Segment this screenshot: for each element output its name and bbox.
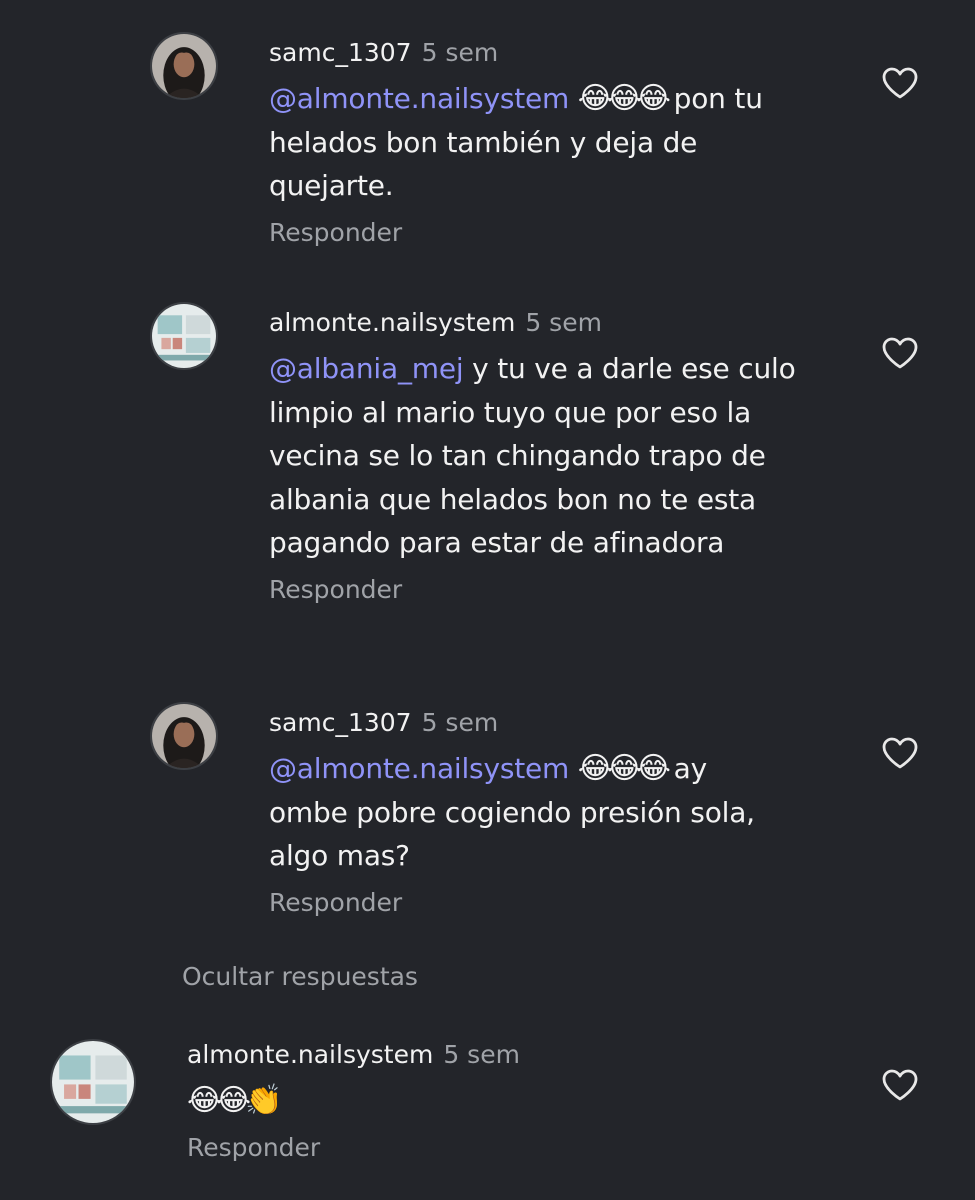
emoji-reaction: 😂😂👏 bbox=[187, 1083, 283, 1118]
reply-button[interactable]: Responder bbox=[269, 886, 789, 920]
timestamp: 5 sem bbox=[443, 1040, 520, 1069]
like-heart-icon[interactable] bbox=[881, 1068, 919, 1102]
emoji-laughing: 😂😂😂 bbox=[577, 751, 671, 786]
comment-meta: almonte.nailsystem 5 sem bbox=[187, 1038, 747, 1072]
mention-link[interactable]: @almonte.nailsystem bbox=[269, 752, 569, 785]
emoji-laughing: 😂😂😂 bbox=[577, 81, 671, 116]
comment-body: samc_1307 5 sem @almonte.nailsystem 😂😂😂 a… bbox=[269, 706, 789, 920]
heart-outline-icon bbox=[882, 737, 918, 769]
heart-outline-icon bbox=[882, 337, 918, 369]
comment-text: @almonte.nailsystem 😂😂😂 ay ombe pobre co… bbox=[269, 747, 789, 878]
timestamp: 5 sem bbox=[421, 708, 499, 737]
comment-meta: samc_1307 5 sem bbox=[269, 706, 789, 740]
reply-button[interactable]: Responder bbox=[269, 216, 829, 250]
username-link[interactable]: almonte.nailsystem bbox=[269, 308, 515, 337]
like-heart-icon[interactable] bbox=[881, 736, 919, 770]
mention-link[interactable]: @almonte.nailsystem bbox=[269, 82, 569, 115]
reply-button[interactable]: Responder bbox=[187, 1131, 747, 1165]
woman-selfie-icon bbox=[152, 704, 216, 768]
nail-salon-logo-icon bbox=[52, 1041, 134, 1123]
comment-meta: almonte.nailsystem 5 sem bbox=[269, 306, 809, 340]
mention-link[interactable]: @albania_mej bbox=[269, 352, 464, 385]
comment-text: @albania_mej y tu ve a darle ese culo li… bbox=[269, 347, 809, 565]
hide-replies-button[interactable]: Ocultar respuestas bbox=[182, 960, 418, 994]
comment-body: almonte.nailsystem 5 sem @albania_mej y t… bbox=[269, 306, 809, 607]
username-link[interactable]: almonte.nailsystem bbox=[187, 1040, 433, 1069]
username-link[interactable]: samc_1307 bbox=[269, 708, 412, 737]
nail-salon-logo-icon bbox=[152, 304, 216, 368]
like-heart-icon[interactable] bbox=[881, 66, 919, 100]
comment-text: 😂😂👏 bbox=[187, 1079, 747, 1123]
timestamp: 5 sem bbox=[421, 38, 499, 67]
comment-body: almonte.nailsystem 5 sem 😂😂👏 Responder bbox=[187, 1038, 747, 1165]
comment-meta: samc_1307 5 sem bbox=[269, 36, 829, 70]
like-heart-icon[interactable] bbox=[881, 336, 919, 370]
avatar[interactable] bbox=[50, 1039, 136, 1125]
woman-selfie-icon bbox=[152, 34, 216, 98]
reply-button[interactable]: Responder bbox=[269, 573, 809, 607]
avatar[interactable] bbox=[150, 32, 218, 100]
timestamp: 5 sem bbox=[525, 308, 602, 337]
heart-outline-icon bbox=[882, 1069, 918, 1101]
comment-text: @almonte.nailsystem 😂😂😂 pon tu helados b… bbox=[269, 77, 829, 208]
username-link[interactable]: samc_1307 bbox=[269, 38, 412, 67]
comment-body: samc_1307 5 sem @almonte.nailsystem 😂😂😂 p… bbox=[269, 36, 829, 250]
heart-outline-icon bbox=[882, 67, 918, 99]
avatar[interactable] bbox=[150, 702, 218, 770]
avatar[interactable] bbox=[150, 302, 218, 370]
